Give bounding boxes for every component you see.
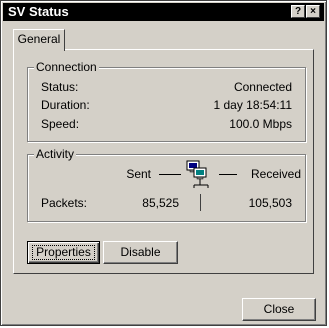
packets-label: Packets:	[41, 196, 88, 210]
duration-label: Duration:	[41, 98, 90, 112]
packets-received-value: 105,503	[248, 196, 292, 210]
speed-label: Speed:	[41, 117, 80, 131]
sent-label: Sent	[126, 167, 151, 181]
speed-value: 100.0 Mbps	[229, 117, 292, 131]
properties-button-label: Properties	[36, 245, 91, 259]
close-button[interactable]: Close	[242, 298, 316, 321]
window-title: SV Status	[8, 4, 69, 19]
network-computers-icon	[186, 160, 209, 188]
status-value: Connected	[233, 80, 292, 94]
connection-group-label: Connection	[34, 60, 99, 74]
help-button[interactable]: ?	[291, 5, 305, 18]
status-dialog-window: SV Status ? × General Connection Status:…	[0, 0, 327, 326]
properties-button[interactable]: Properties	[27, 241, 100, 264]
packets-sent-value: 85,525	[142, 196, 179, 210]
title-bar[interactable]: SV Status ? ×	[3, 3, 324, 21]
packets-divider	[200, 194, 201, 211]
duration-value: 1 day 18:54:11	[213, 98, 292, 112]
received-label: Received	[251, 167, 302, 181]
activity-group-label: Activity	[34, 147, 77, 161]
title-close-button[interactable]: ×	[306, 5, 320, 18]
received-connector-line	[219, 174, 237, 175]
activity-group: Activity	[27, 147, 306, 222]
sent-connector-line	[159, 174, 181, 175]
close-icon: ×	[310, 6, 316, 17]
disable-button[interactable]: Disable	[103, 241, 178, 264]
close-button-label: Close	[263, 302, 295, 316]
help-icon: ?	[294, 6, 302, 17]
tab-general[interactable]: General	[13, 29, 65, 51]
status-label: Status:	[41, 80, 79, 94]
disable-button-label: Disable	[120, 245, 161, 259]
